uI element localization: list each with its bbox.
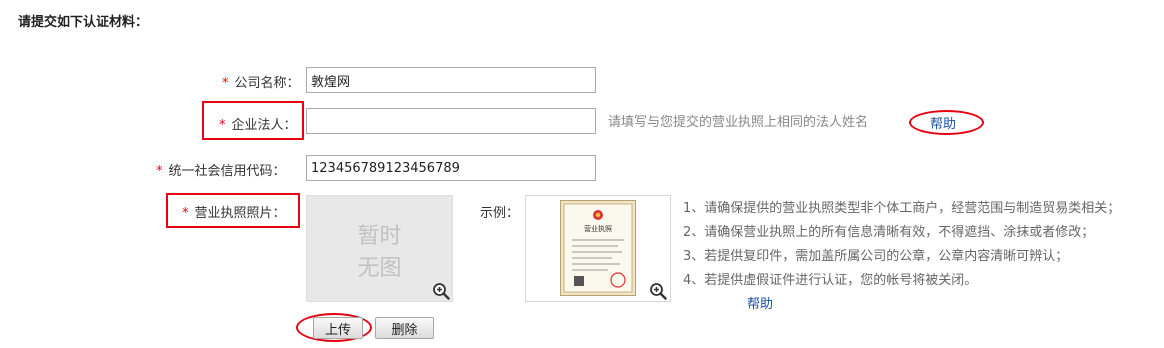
placeholder-text: 暂时 bbox=[357, 224, 402, 249]
note-item: 4、若提供虚假证件进行认证，您的帐号将被关闭。 bbox=[683, 273, 978, 288]
license-photo-label: * 营业执照照片： bbox=[182, 206, 286, 221]
note-item: 3、若提供复印件，需加盖所属公司的公章，公章内容清晰可辨认； bbox=[683, 249, 1069, 264]
note-item: 1、请确保提供的营业执照类型非个体工商户，经营范围与制造贸易类相关； bbox=[683, 201, 1121, 216]
required-mark: * bbox=[219, 118, 226, 133]
sample-help-link[interactable]: 帮助 bbox=[747, 293, 773, 312]
placeholder-text: 无图 bbox=[357, 256, 402, 281]
sample-license-heading: 营业执照 bbox=[584, 224, 612, 233]
company-name-label: * 公司名称： bbox=[222, 76, 300, 91]
page-title: 请提交如下认证材料： bbox=[18, 15, 149, 30]
company-name-input[interactable] bbox=[306, 67, 596, 93]
upload-button[interactable]: 上传 bbox=[313, 317, 363, 339]
sample-license-image[interactable]: 营业执照 bbox=[560, 200, 636, 296]
zoom-in-icon[interactable] bbox=[649, 282, 667, 300]
required-mark: * bbox=[156, 164, 163, 179]
delete-button[interactable]: 删除 bbox=[375, 317, 434, 339]
credit-code-label: * 统一社会信用代码： bbox=[156, 164, 286, 179]
required-mark: * bbox=[182, 206, 189, 221]
requirements-notes: 1、请确保提供的营业执照类型非个体工商户，经营范围与制造贸易类相关； 2、请确保… bbox=[683, 197, 1120, 293]
credit-code-input[interactable] bbox=[306, 155, 596, 181]
legal-person-label: * 企业法人： bbox=[219, 118, 297, 133]
legal-person-help-link[interactable]: 帮助 bbox=[930, 113, 956, 132]
legal-person-hint: 请填写与您提交的营业执照上相同的法人姓名 bbox=[608, 115, 869, 130]
note-item: 2、请确保营业执照上的所有信息清晰有效，不得遮挡、涂抹或者修改； bbox=[683, 225, 1095, 240]
zoom-in-icon[interactable] bbox=[432, 282, 450, 300]
sample-label: 示例： bbox=[480, 206, 520, 221]
license-photo-placeholder: 暂时 无图 bbox=[306, 195, 453, 302]
legal-person-input[interactable] bbox=[306, 108, 596, 134]
required-mark: * bbox=[222, 76, 229, 91]
